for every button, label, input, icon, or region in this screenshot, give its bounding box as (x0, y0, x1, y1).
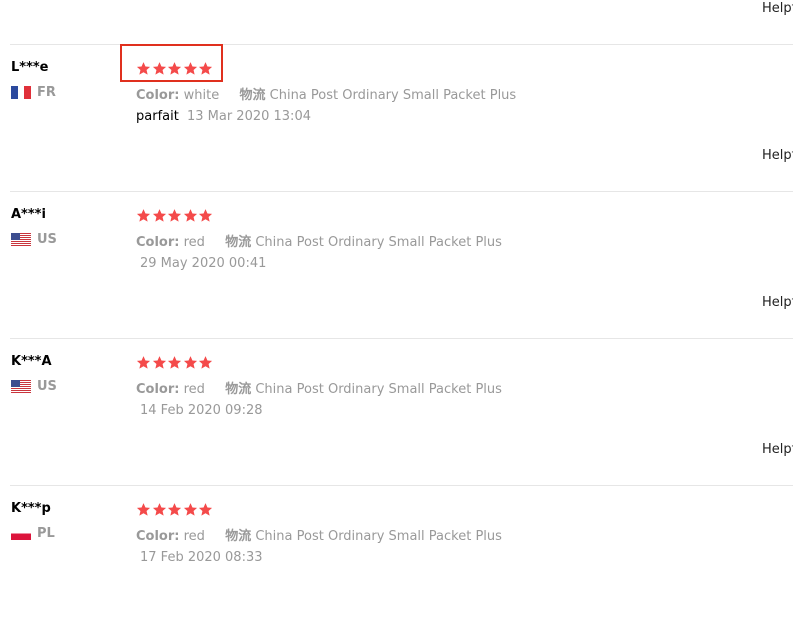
star-icon (167, 502, 182, 517)
country-code: US (37, 231, 57, 247)
color-label: Color: (136, 382, 180, 397)
country-code: PL (37, 525, 55, 541)
product-attributes: Color: red 物流 China Post Ordinary Small … (136, 231, 502, 250)
logistics-value: China Post Ordinary Small Packet Plus (255, 382, 502, 397)
star-icon (198, 61, 213, 76)
star-rating (136, 355, 214, 370)
country-code: US (37, 378, 57, 394)
logistics-label: 物流 (239, 88, 266, 103)
star-icon (183, 502, 198, 517)
helpful-button[interactable]: Helpf (762, 148, 793, 163)
review-divider (10, 338, 793, 339)
reviewer-name: K***p (11, 501, 51, 516)
helpful-button[interactable]: Helpf (762, 442, 793, 457)
review-item: A***i US Color: red 物流 China Post Ordina… (0, 207, 793, 337)
star-icon (167, 208, 182, 223)
logistics-value: China Post Ordinary Small Packet Plus (269, 88, 517, 103)
country-code: FR (37, 84, 56, 100)
star-icon (136, 61, 151, 76)
review-text: parfait (136, 109, 179, 124)
review-item: K***A US Color: red 物流 China Post Ordina… (0, 354, 793, 484)
star-icon (152, 61, 167, 76)
star-icon (198, 355, 213, 370)
logistics-label: 物流 (225, 235, 252, 250)
color-label: Color: (136, 88, 180, 103)
reviewer-name: L***e (11, 60, 49, 75)
logistics-label: 物流 (225, 382, 252, 397)
review-divider (10, 485, 793, 486)
star-icon (167, 355, 182, 370)
usa-flag-icon (11, 379, 31, 393)
reviewer-country: PL (11, 525, 55, 541)
review-item: K***p PL Color: red 物流 China Post Ordina… (0, 501, 793, 631)
color-value: red (183, 529, 205, 544)
logistics-label: 物流 (225, 529, 252, 544)
product-attributes: Color: white 物流 China Post Ordinary Smal… (136, 84, 516, 103)
reviewer-country: FR (11, 84, 56, 100)
color-label: Color: (136, 235, 180, 250)
reviewer-country: US (11, 378, 57, 394)
usa-flag-icon (11, 232, 31, 246)
star-rating (136, 502, 214, 517)
reviewer-name: K***A (11, 354, 52, 369)
review-date: 17 Feb 2020 08:33 (140, 550, 263, 565)
star-icon (152, 208, 167, 223)
star-icon (152, 502, 167, 517)
review-feedback: 14 Feb 2020 09:28 (136, 403, 263, 418)
helpful-button[interactable]: Helpf (762, 1, 793, 16)
review-date: 13 Mar 2020 13:04 (186, 109, 311, 124)
review-date: 14 Feb 2020 09:28 (140, 403, 263, 418)
star-rating (136, 61, 214, 76)
review-date: 29 May 2020 00:41 (140, 256, 267, 271)
logistics-value: China Post Ordinary Small Packet Plus (255, 235, 502, 250)
review-item: L***e FR Color: white 物流 China Post Ordi… (0, 44, 793, 190)
product-attributes: Color: red 物流 China Post Ordinary Small … (136, 378, 502, 397)
logistics-value: China Post Ordinary Small Packet Plus (255, 529, 502, 544)
color-value: red (183, 235, 205, 250)
color-value: white (183, 88, 220, 103)
star-icon (136, 502, 151, 517)
product-attributes: Color: red 物流 China Post Ordinary Small … (136, 525, 502, 544)
poland-flag-icon (11, 526, 31, 540)
star-icon (136, 355, 151, 370)
helpful-button[interactable]: Helpf (762, 295, 793, 310)
review-feedback: 17 Feb 2020 08:33 (136, 550, 263, 565)
star-icon (198, 208, 213, 223)
star-icon (183, 61, 198, 76)
star-rating (136, 208, 214, 223)
star-icon (198, 502, 213, 517)
france-flag-icon (11, 85, 31, 99)
star-icon (152, 355, 167, 370)
reviewer-name: A***i (11, 207, 46, 222)
color-label: Color: (136, 529, 180, 544)
star-icon (183, 208, 198, 223)
reviewer-country: US (11, 231, 57, 247)
star-icon (183, 355, 198, 370)
color-value: red (183, 382, 205, 397)
star-icon (167, 61, 182, 76)
review-feedback: 29 May 2020 00:41 (136, 256, 266, 271)
star-icon (136, 208, 151, 223)
review-divider (10, 191, 793, 192)
review-feedback: parfait 13 Mar 2020 13:04 (136, 109, 311, 124)
